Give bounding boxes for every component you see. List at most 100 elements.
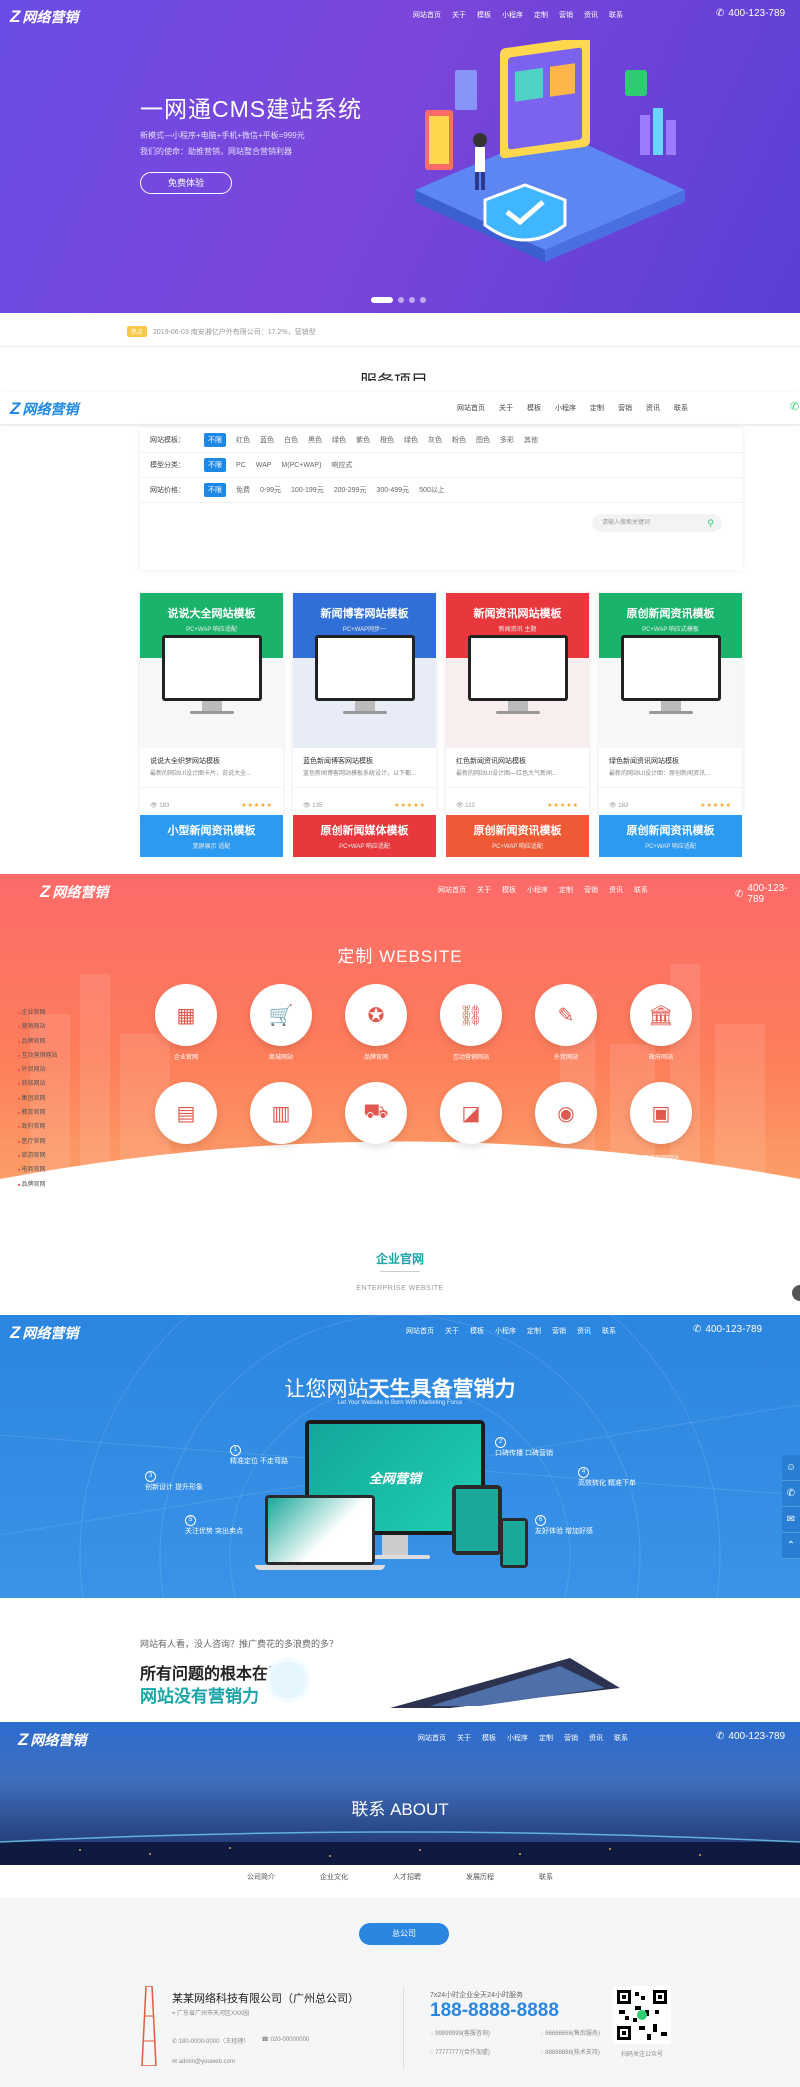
tab-contact[interactable]: 联系 <box>539 1872 553 1882</box>
tab-history[interactable]: 发展历程 <box>466 1872 494 1882</box>
company-email[interactable]: ✉ admin@youweb.com <box>172 2058 235 2065</box>
side-list-item[interactable]: 医疗官网 <box>18 1135 58 1149</box>
hotel-icon[interactable]: ◉ <box>535 1082 597 1144</box>
card-title[interactable]: 说说大全织梦网站模板 <box>140 748 283 766</box>
nav-item-news[interactable]: 资讯 <box>577 1326 591 1336</box>
tag-icon[interactable]: ◪ <box>440 1082 502 1144</box>
nav-item-miniprogram[interactable]: 小程序 <box>507 1733 528 1743</box>
template-card[interactable]: 原创新闻资讯模板 PC+WAP 响应式模板 绿色新闻资讯网站模板 最新的网站UI… <box>599 593 742 815</box>
side-list-item[interactable]: 集团官网 <box>18 1092 58 1106</box>
nav-item-about[interactable]: 关于 <box>445 1326 459 1336</box>
government-icon[interactable]: 🏛 <box>630 984 692 1046</box>
filter-option[interactable]: 绿色 <box>332 435 346 445</box>
filter-option[interactable]: 蓝色 <box>260 435 274 445</box>
side-list-item[interactable]: 品牌官网 <box>18 1178 58 1192</box>
education-icon[interactable]: ▤ <box>155 1082 217 1144</box>
filter-option[interactable]: 紫色 <box>356 435 370 445</box>
card-thumbnail[interactable]: 说说大全网站模板 PC+WAP 响应适配 <box>140 593 283 748</box>
nav-item-custom[interactable]: 定制 <box>527 1326 541 1336</box>
filter-option[interactable]: 黑色 <box>308 435 322 445</box>
filter-option[interactable]: PC <box>236 462 246 469</box>
carousel-dot[interactable] <box>420 297 426 303</box>
nav-item-miniprogram[interactable]: 小程序 <box>527 885 548 895</box>
tab-recruitment[interactable]: 人才招聘 <box>393 1872 421 1882</box>
nav-item-contact[interactable]: 联系 <box>614 1733 628 1743</box>
nav-item-marketing[interactable]: 营销 <box>618 403 632 413</box>
tab-company-intro[interactable]: 公司简介 <box>247 1872 275 1882</box>
nav-item-templates[interactable]: 模板 <box>477 10 491 20</box>
filter-option[interactable]: M(PC+WAP) <box>281 462 321 469</box>
card-thumbnail[interactable]: 新闻博客网站模板 PC+WAP同步一 <box>293 593 436 748</box>
nav-item-contact[interactable]: 联系 <box>609 10 623 20</box>
logo[interactable]: Z 网络营销 <box>40 882 108 902</box>
phone[interactable]: ✆ 400-123-789 <box>693 1324 762 1335</box>
card-title[interactable]: 绿色新闻资讯网站模板 <box>599 748 742 766</box>
filter-option[interactable]: 其他 <box>524 435 538 445</box>
nav-item-news[interactable]: 资讯 <box>589 1733 603 1743</box>
filter-option[interactable]: 绿色 <box>404 435 418 445</box>
filter-option[interactable]: 白色 <box>284 435 298 445</box>
phone[interactable]: ✆ 400-123-789 <box>716 8 785 19</box>
filter-option[interactable]: 0-99元 <box>260 485 281 495</box>
logo[interactable]: Z 网络营销 <box>10 7 78 27</box>
nav-item-news[interactable]: 资讯 <box>584 10 598 20</box>
phone-icon[interactable]: ✆ <box>790 400 799 413</box>
brand-icon[interactable]: ✪ <box>345 984 407 1046</box>
side-list-item[interactable]: 互动营销网站 <box>18 1049 58 1063</box>
filter-option[interactable]: 图色 <box>476 435 490 445</box>
carousel-dot-active[interactable] <box>371 297 393 303</box>
nav-item-home[interactable]: 网站首页 <box>457 403 485 413</box>
medical-icon[interactable]: ▣ <box>630 1082 692 1144</box>
filter-chip-selected[interactable]: 不限 <box>204 483 226 497</box>
nav-item-home[interactable]: 网站首页 <box>418 1733 446 1743</box>
sticky-logo[interactable]: Z 网络营销 <box>10 399 78 419</box>
nav-item-contact[interactable]: 联系 <box>634 885 648 895</box>
side-list-item[interactable]: 教育官网 <box>18 1106 58 1120</box>
nav-item-about[interactable]: 关于 <box>499 403 513 413</box>
chat-icon[interactable]: ☺ <box>782 1455 800 1481</box>
nav-item-home[interactable]: 网站首页 <box>413 10 441 20</box>
filter-chip-selected[interactable]: 不限 <box>204 433 226 447</box>
nav-item-about[interactable]: 关于 <box>452 10 466 20</box>
side-list-item[interactable]: 旅游官网 <box>18 1149 58 1163</box>
nav-item-miniprogram[interactable]: 小程序 <box>495 1326 516 1336</box>
phone[interactable]: ✆ 400-123-789 <box>735 883 800 905</box>
filter-option[interactable]: 多彩 <box>500 435 514 445</box>
nav-item-custom[interactable]: 定制 <box>559 885 573 895</box>
filter-option[interactable]: 粉色 <box>452 435 466 445</box>
phone[interactable]: ✆ 400-123-789 <box>716 1731 785 1742</box>
nav-item-marketing[interactable]: 营销 <box>564 1733 578 1743</box>
side-list-item[interactable]: 企业官网 <box>18 1006 58 1020</box>
logo[interactable]: Z 网络营销 <box>10 1323 78 1343</box>
side-list-item[interactable]: 电商官网 <box>18 1163 58 1177</box>
template-card[interactable]: 原创新闻媒体模板 PC+WAP 响应适配 <box>293 815 436 857</box>
filter-option[interactable]: 100-199元 <box>291 485 324 495</box>
nav-item-custom[interactable]: 定制 <box>539 1733 553 1743</box>
filter-option[interactable]: 500以上 <box>419 485 445 495</box>
template-card[interactable]: 新闻博客网站模板 PC+WAP同步一 蓝色新闻博客网站模板 蓝色新闻博客网站模板… <box>293 593 436 815</box>
link-icon[interactable]: ⛓ <box>440 984 502 1046</box>
qq-contact[interactable]: ◌ 99999999(客服咨询) <box>430 2028 540 2037</box>
carousel-dot[interactable] <box>409 297 415 303</box>
phone-icon[interactable]: ✆ <box>782 1481 800 1507</box>
qq-contact[interactable]: ◌ 77777777(合作加盟) <box>430 2047 540 2056</box>
news-text[interactable]: 2019-06-03 南安湘亿户外有限公司：17.2%，营销型 <box>153 327 316 337</box>
filter-option[interactable]: 响应式 <box>331 460 352 470</box>
template-card[interactable]: 原创新闻资讯模板 PC+WAP 响应适配 <box>599 815 742 857</box>
nav-item-custom[interactable]: 定制 <box>590 403 604 413</box>
travel-icon[interactable]: ⛟ <box>345 1082 407 1144</box>
card-title[interactable]: 红色新闻资讯网站模板 <box>446 748 589 766</box>
side-list-item[interactable]: 商城网站 <box>18 1077 58 1091</box>
card-title[interactable]: 蓝色新闻博客网站模板 <box>293 748 436 766</box>
nav-item-miniprogram[interactable]: 小程序 <box>555 403 576 413</box>
carousel-dot[interactable] <box>398 297 404 303</box>
nav-item-news[interactable]: 资讯 <box>646 403 660 413</box>
nav-item-contact[interactable]: 联系 <box>674 403 688 413</box>
nav-item-custom[interactable]: 定制 <box>534 10 548 20</box>
hotline[interactable]: 188-8888-8888 <box>430 2000 559 2022</box>
filter-option[interactable]: 橙色 <box>380 435 394 445</box>
head-office-button[interactable]: 总公司 <box>359 1923 449 1945</box>
nav-item-templates[interactable]: 模板 <box>502 885 516 895</box>
side-list-item[interactable]: 品牌官网 <box>18 1035 58 1049</box>
nav-item-contact[interactable]: 联系 <box>602 1326 616 1336</box>
